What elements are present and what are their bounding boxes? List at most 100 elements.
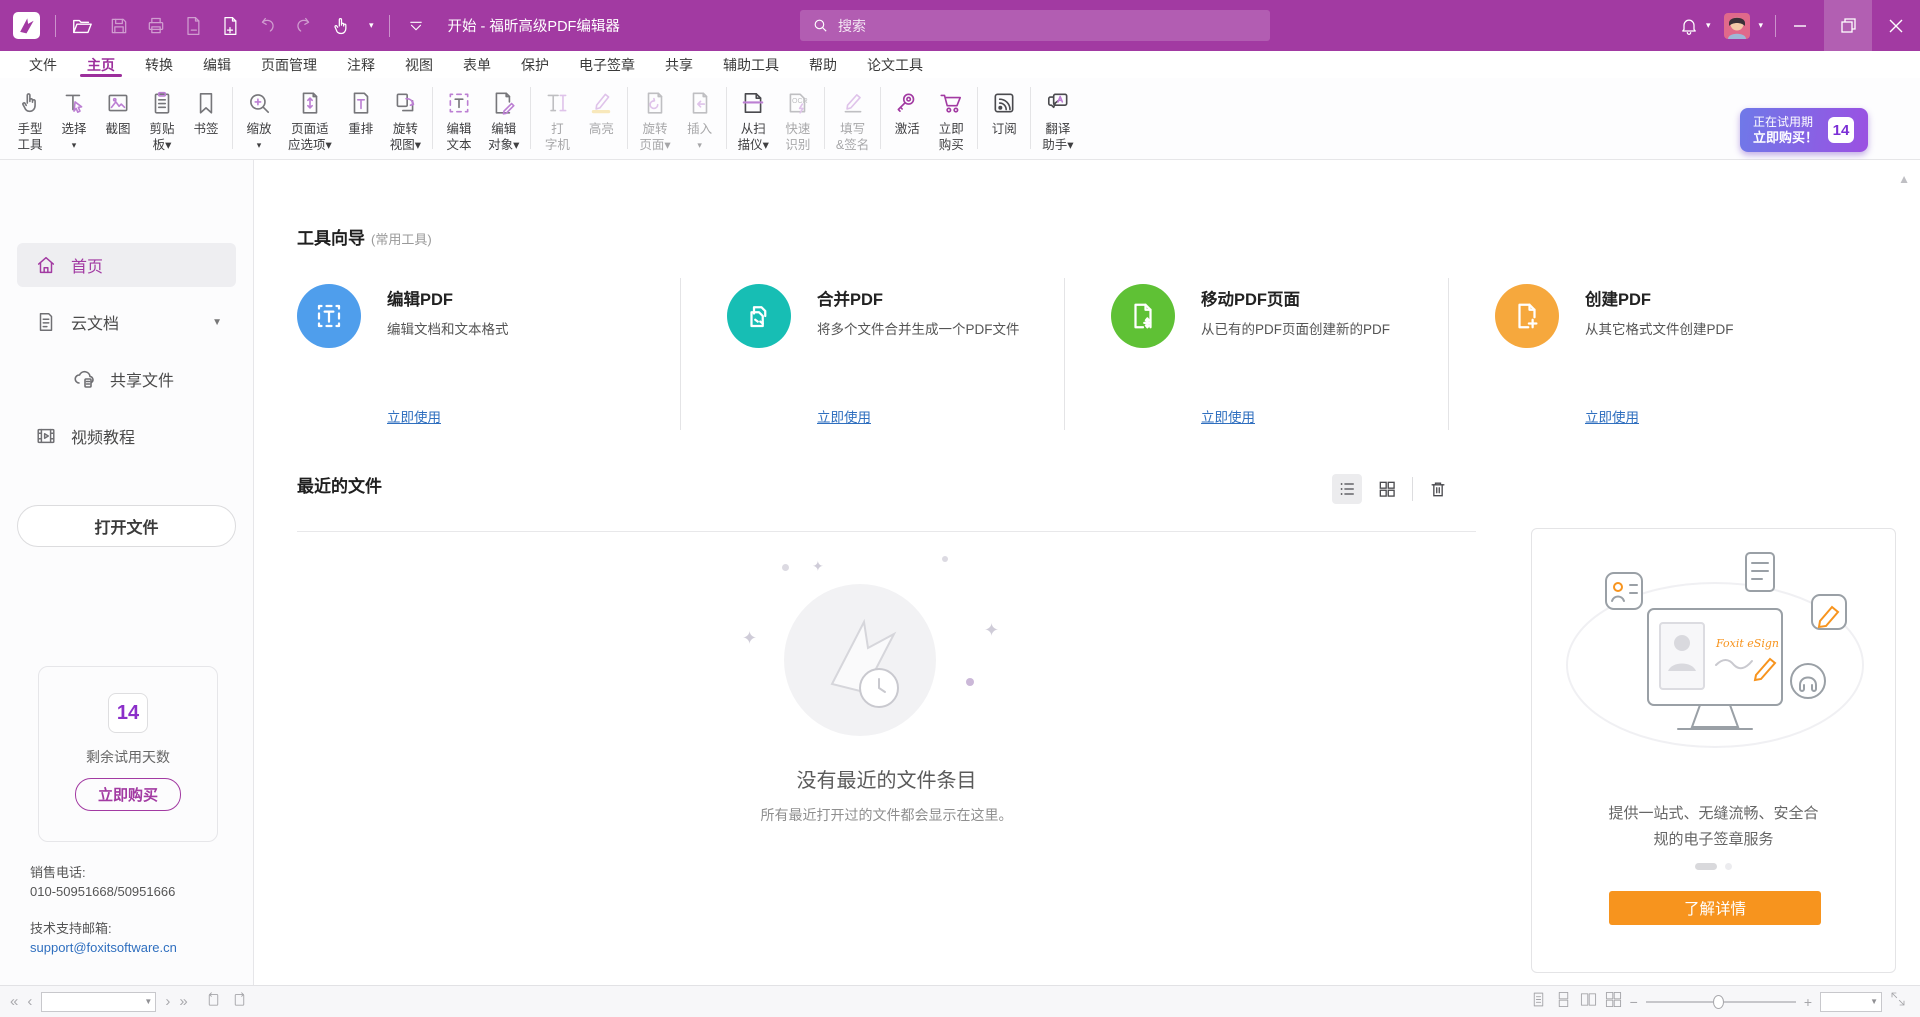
edit-object-button[interactable]: 编辑对象▾ xyxy=(481,84,526,154)
single-page-icon[interactable] xyxy=(1530,991,1547,1013)
continuous-page-icon[interactable] xyxy=(1555,991,1572,1013)
open-file-button[interactable]: 打开文件 xyxy=(17,505,236,547)
tool-card-edit-pdf[interactable]: 编辑PDF 编辑文档和文本格式 立即使用 xyxy=(297,278,680,430)
menu-convert[interactable]: 转换 xyxy=(130,51,188,78)
support-email-link[interactable]: support@foxitsoftware.cn xyxy=(30,938,177,957)
menu-file[interactable]: 文件 xyxy=(14,51,72,78)
hand-tool-button[interactable]: 手型工具 xyxy=(8,84,52,154)
sidebar-item-cloud-docs[interactable]: 云文档 ▼ xyxy=(17,300,236,344)
last-page-icon[interactable]: » xyxy=(179,993,187,1010)
page-dropdown-icon[interactable]: ▼ xyxy=(141,997,155,1006)
quick-ocr-button[interactable]: OCR 快速识别 xyxy=(776,84,820,154)
menu-form[interactable]: 表单 xyxy=(448,51,506,78)
continuous-facing-icon[interactable] xyxy=(1605,991,1622,1013)
menu-protect[interactable]: 保护 xyxy=(506,51,564,78)
menu-home[interactable]: 主页 xyxy=(72,51,130,78)
search-input[interactable] xyxy=(838,18,1218,34)
tool-card-create-pdf[interactable]: 创建PDF 从其它格式文件创建PDF 立即使用 xyxy=(1448,278,1832,430)
subscribe-button[interactable]: 订阅 xyxy=(982,84,1026,138)
buy-now-pill-button[interactable]: 立即购买 xyxy=(75,778,181,811)
zoom-in-icon[interactable]: + xyxy=(1804,994,1812,1010)
fullscreen-icon[interactable] xyxy=(1890,991,1906,1012)
edit-text-button[interactable]: 编辑文本 xyxy=(437,84,481,154)
hand-mode-dropdown-icon[interactable]: ▾ xyxy=(369,20,374,31)
reflow-button[interactable]: 重排 xyxy=(339,84,383,138)
prev-page-icon[interactable]: ‹ xyxy=(27,993,32,1010)
tool-card-merge-pdf[interactable]: 合并PDF 将多个文件合并生成一个PDF文件 立即使用 xyxy=(680,278,1064,430)
sidebar-item-home[interactable]: 首页 xyxy=(17,243,236,287)
clipboard-button[interactable]: 剪贴板▾ xyxy=(140,84,184,154)
from-scanner-button[interactable]: 从扫描仪▾ xyxy=(731,84,776,154)
chevron-down-icon[interactable]: ▼ xyxy=(212,317,222,328)
menu-help[interactable]: 帮助 xyxy=(794,51,852,78)
use-now-link[interactable]: 立即使用 xyxy=(1201,406,1255,426)
minimize-button[interactable] xyxy=(1776,0,1824,51)
zoom-slider-thumb[interactable] xyxy=(1713,995,1724,1009)
sidebar-item-shared-files[interactable]: 共享文件 xyxy=(17,357,236,401)
rotate-right-icon[interactable] xyxy=(231,991,248,1013)
menu-share[interactable]: 共享 xyxy=(650,51,708,78)
menu-page-manage[interactable]: 页面管理 xyxy=(246,51,332,78)
fill-sign-button[interactable]: 填写&签名 xyxy=(829,84,876,154)
menu-accessibility[interactable]: 辅助工具 xyxy=(708,51,794,78)
carousel-dot[interactable] xyxy=(1725,863,1732,870)
bell-icon[interactable] xyxy=(1678,15,1700,37)
use-now-link[interactable]: 立即使用 xyxy=(1585,406,1639,426)
sidebar-item-video-tutorials[interactable]: 视频教程 xyxy=(17,414,236,458)
list-view-button[interactable] xyxy=(1332,474,1362,504)
zoom-out-icon[interactable]: − xyxy=(1630,994,1638,1010)
print-icon[interactable] xyxy=(145,15,167,37)
grid-view-button[interactable] xyxy=(1372,474,1402,504)
fit-page-button[interactable]: 页面适应选项▾ xyxy=(281,84,339,154)
rotate-left-icon[interactable] xyxy=(205,991,222,1013)
avatar[interactable] xyxy=(1724,13,1750,39)
zoom-slider[interactable] xyxy=(1646,995,1796,1009)
bookmark-button[interactable]: 书签 xyxy=(184,84,228,138)
activate-button[interactable]: 激活 xyxy=(885,84,929,138)
next-page-icon[interactable]: › xyxy=(165,993,170,1010)
carousel-dot-active[interactable] xyxy=(1695,863,1717,870)
save-icon[interactable] xyxy=(108,15,130,37)
clear-recent-button[interactable] xyxy=(1423,474,1453,504)
tool-card-move-pdf-pages[interactable]: 移动PDF页面 从已有的PDF页面创建新的PDF 立即使用 xyxy=(1064,278,1448,430)
use-now-link[interactable]: 立即使用 xyxy=(817,406,871,426)
rotate-page-button[interactable]: 旋转页面▾ xyxy=(632,84,677,154)
buy-now-button[interactable]: 立即购买 xyxy=(929,84,973,154)
select-button[interactable]: 选择▾ xyxy=(52,84,96,154)
page-number-input[interactable] xyxy=(42,995,141,1009)
account-dropdown-icon[interactable]: ▾ xyxy=(1758,20,1763,31)
highlight-button[interactable]: 高亮 xyxy=(579,84,623,138)
esign-promo-text: 提供一站式、无缝流畅、安全合 规的电子签章服务 xyxy=(1532,801,1895,853)
first-page-icon[interactable]: « xyxy=(10,993,18,1010)
redo-icon[interactable] xyxy=(293,15,315,37)
open-file-icon[interactable] xyxy=(71,15,93,37)
restore-button[interactable] xyxy=(1824,0,1872,51)
trial-badge[interactable]: 正在试用期 立即购买！ 14 xyxy=(1740,108,1868,152)
fit-page-icon xyxy=(297,85,323,121)
notifications-dropdown-icon[interactable]: ▾ xyxy=(1706,20,1711,31)
use-now-link[interactable]: 立即使用 xyxy=(387,406,441,426)
close-button[interactable] xyxy=(1872,0,1920,51)
menu-paper-tools[interactable]: 论文工具 xyxy=(852,51,938,78)
typewriter-button[interactable]: 打字机 xyxy=(535,84,579,154)
rotate-view-button[interactable]: 旋转视图▾ xyxy=(383,84,428,154)
translate-assistant-button[interactable]: 翻译助手▾ xyxy=(1035,84,1080,154)
zoom-button[interactable]: 缩放▾ xyxy=(237,84,281,154)
scroll-up-icon[interactable]: ▲ xyxy=(1898,172,1910,186)
menu-comment[interactable]: 注释 xyxy=(332,51,390,78)
remove-page-icon[interactable] xyxy=(182,15,204,37)
snapshot-button[interactable]: 截图 xyxy=(96,84,140,138)
add-page-icon[interactable] xyxy=(219,15,241,37)
undo-icon[interactable] xyxy=(256,15,278,37)
search-box[interactable] xyxy=(800,10,1270,41)
zoom-level-input[interactable] xyxy=(1821,995,1867,1009)
menu-view[interactable]: 视图 xyxy=(390,51,448,78)
zoom-dropdown-icon[interactable]: ▼ xyxy=(1867,997,1881,1006)
menu-edit[interactable]: 编辑 xyxy=(188,51,246,78)
learn-more-button[interactable]: 了解详情 xyxy=(1609,891,1821,925)
collapse-toolbar-icon[interactable] xyxy=(405,15,427,37)
menu-esign[interactable]: 电子签章 xyxy=(564,51,650,78)
hand-mode-icon[interactable] xyxy=(330,15,352,37)
insert-page-button[interactable]: 插入▾ xyxy=(678,84,722,154)
facing-page-icon[interactable] xyxy=(1580,991,1597,1013)
